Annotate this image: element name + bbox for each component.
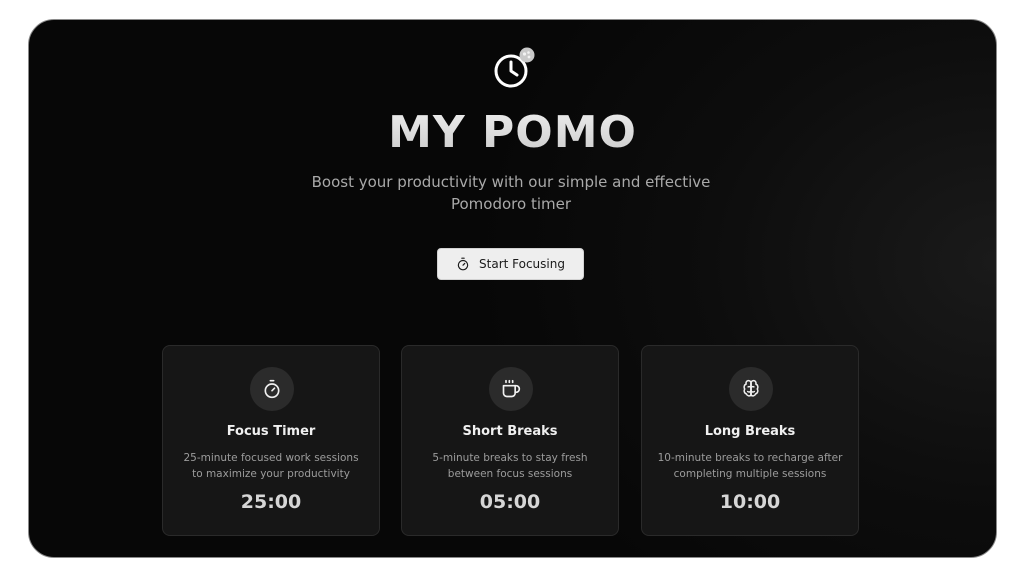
feature-icon-badge <box>250 367 294 411</box>
feature-card-long-breaks: Long Breaks 10-minute breaks to recharge… <box>641 345 859 536</box>
feature-icon-badge <box>729 367 773 411</box>
feature-title: Short Breaks <box>462 424 558 439</box>
app-window: MY POMO Boost your productivity with our… <box>28 19 997 558</box>
start-focusing-label: Start Focusing <box>479 257 565 271</box>
start-focusing-button[interactable]: Start Focusing <box>437 248 584 280</box>
feature-card-focus-timer: Focus Timer 25-minute focused work sessi… <box>162 345 380 536</box>
brain-icon <box>743 379 759 397</box>
feature-title: Long Breaks <box>704 424 796 439</box>
feature-title: Focus Timer <box>226 424 316 439</box>
coffee-cup-icon <box>502 379 521 398</box>
feature-description: 5-minute breaks to stay fresh between fo… <box>432 452 588 480</box>
feature-duration: 10:00 <box>719 491 781 513</box>
page-title: MY POMO <box>29 104 996 162</box>
feature-icon-badge <box>489 367 533 411</box>
feature-description: 10-minute breaks to recharge after compl… <box>657 452 843 480</box>
feature-duration: 05:00 <box>479 491 541 513</box>
stopwatch-icon <box>264 379 280 399</box>
page-subtitle: Boost your productivity with our simple … <box>311 173 711 213</box>
stopwatch-icon <box>457 257 469 271</box>
feature-duration: 25:00 <box>240 491 302 513</box>
feature-card-short-breaks: Short Breaks 5-minute breaks to stay fre… <box>401 345 619 536</box>
feature-description: 25-minute focused work sessions to maxim… <box>183 452 359 480</box>
clock-icon <box>494 47 535 88</box>
